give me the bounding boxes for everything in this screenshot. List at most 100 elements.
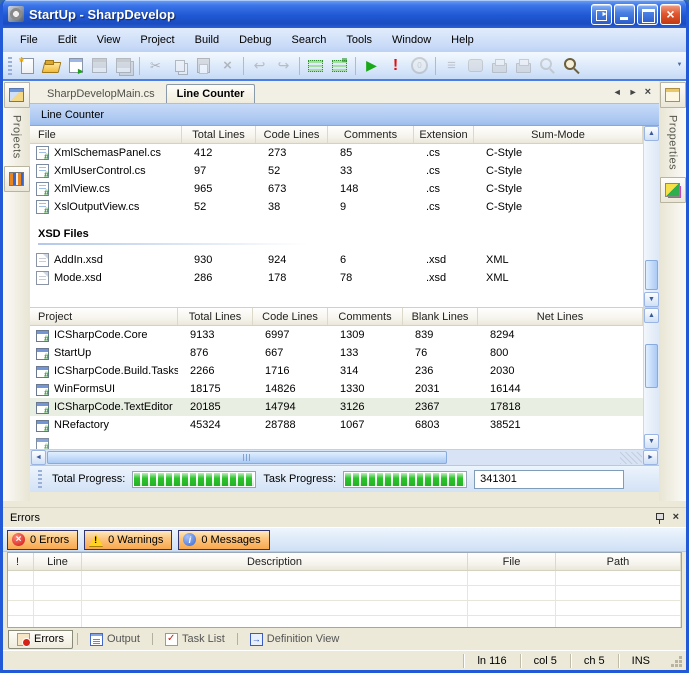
- scroll-down-icon[interactable]: ▼: [644, 434, 659, 449]
- table-row[interactable]: StartUp87666713376800: [30, 344, 643, 362]
- table-row[interactable]: ICSharpCode.Build.Tasks22661716314236203…: [30, 362, 643, 380]
- column-header[interactable]: Extension: [414, 126, 474, 143]
- save-icon[interactable]: [88, 55, 111, 77]
- tab-scroll-left-icon[interactable]: ◄: [613, 88, 622, 97]
- toolbox-pane-tab[interactable]: [660, 177, 686, 203]
- menu-item-project[interactable]: Project: [131, 31, 183, 49]
- delete-icon[interactable]: [216, 55, 239, 77]
- scroll-thumb[interactable]: [645, 260, 658, 290]
- menu-item-search[interactable]: Search: [283, 31, 336, 49]
- menu-item-debug[interactable]: Debug: [230, 31, 280, 49]
- maximize-icon[interactable]: [637, 4, 658, 25]
- column-header[interactable]: Code Lines: [253, 308, 328, 325]
- scroll-up-icon[interactable]: ▲: [644, 126, 659, 141]
- horizontal-scrollbar[interactable]: ◄ ►: [30, 449, 659, 465]
- table-row[interactable]: ICSharpCode.TextEditor201851479431262367…: [30, 398, 643, 416]
- bottom-tab-task-list[interactable]: Task List: [157, 631, 233, 648]
- open-project-icon[interactable]: [64, 55, 87, 77]
- column-header[interactable]: Sum-Mode: [474, 126, 643, 143]
- menu-item-help[interactable]: Help: [442, 31, 483, 49]
- column-header[interactable]: Total Lines: [182, 126, 256, 143]
- errors-filter-button[interactable]: 0 Errors: [7, 530, 78, 550]
- statusbar-grip[interactable]: [38, 470, 42, 488]
- block-icon[interactable]: [464, 55, 487, 77]
- bottom-tab-output[interactable]: Output: [82, 631, 148, 648]
- table-row[interactable]: NRefactory45324287881067680338521: [30, 416, 643, 434]
- table-row[interactable]: XmlView.cs965673148.csC-Style: [30, 180, 643, 198]
- paste-icon[interactable]: [192, 55, 215, 77]
- column-header[interactable]: Total Lines: [178, 308, 253, 325]
- tools-pane-tab[interactable]: [4, 166, 30, 192]
- bottom-tab-definition-view[interactable]: Definition View: [242, 631, 348, 648]
- search-icon[interactable]: [560, 55, 583, 77]
- find-file-icon[interactable]: [536, 55, 559, 77]
- resize-grip[interactable]: [669, 655, 684, 670]
- column-header[interactable]: !: [8, 553, 34, 570]
- column-header[interactable]: File: [30, 126, 182, 143]
- column-header[interactable]: Comments: [328, 126, 414, 143]
- undo-icon[interactable]: [248, 55, 271, 77]
- column-header[interactable]: Blank Lines: [403, 308, 478, 325]
- abort-build-icon[interactable]: [384, 55, 407, 77]
- column-header[interactable]: File: [468, 553, 556, 570]
- column-header[interactable]: Net Lines: [478, 308, 643, 325]
- properties-pane-label[interactable]: Properties: [667, 108, 679, 177]
- print-icon[interactable]: [488, 55, 511, 77]
- files-vertical-scrollbar[interactable]: ▲ ▼: [643, 126, 659, 307]
- scroll-down-icon[interactable]: ▼: [644, 292, 659, 307]
- copy-icon[interactable]: [168, 55, 191, 77]
- projects-pane-tab[interactable]: [4, 82, 30, 108]
- menu-item-window[interactable]: Window: [383, 31, 440, 49]
- scroll-thumb[interactable]: [47, 451, 447, 464]
- table-row[interactable]: Mode.xsd28617878.xsdXML: [30, 269, 643, 287]
- column-header[interactable]: Project: [30, 308, 178, 325]
- tab-line-counter[interactable]: Line Counter: [166, 84, 256, 103]
- panel-close-icon[interactable]: ×: [673, 512, 679, 523]
- scroll-left-icon[interactable]: ◄: [31, 450, 46, 465]
- menu-item-edit[interactable]: Edit: [49, 31, 86, 49]
- toolbar-grip[interactable]: [8, 57, 12, 75]
- new-file-icon[interactable]: [16, 55, 39, 77]
- tab-close-icon[interactable]: ×: [645, 86, 651, 98]
- menu-item-view[interactable]: View: [88, 31, 130, 49]
- title-bar[interactable]: StartUp - SharpDevelop: [3, 0, 686, 28]
- table-row[interactable]: XmlUserControl.cs975233.csC-Style: [30, 162, 643, 180]
- uncomment-region-icon[interactable]: [328, 55, 351, 77]
- table-row[interactable]: ICSharpCode.Core9133699713098398294: [30, 326, 643, 344]
- detach-icon[interactable]: [591, 4, 612, 25]
- column-header[interactable]: Line: [34, 553, 82, 570]
- menu-item-build[interactable]: Build: [186, 31, 228, 49]
- properties-pane-tab[interactable]: [660, 82, 686, 108]
- stop-icon[interactable]: [408, 55, 431, 77]
- print-preview-icon[interactable]: [512, 55, 535, 77]
- redo-icon[interactable]: [272, 55, 295, 77]
- bottom-tab-errors[interactable]: Errors: [8, 630, 73, 649]
- save-all-icon[interactable]: [112, 55, 135, 77]
- open-file-icon[interactable]: [40, 55, 63, 77]
- table-row[interactable]: WinFormsUI18175148261330203116144: [30, 380, 643, 398]
- minimize-icon[interactable]: [614, 4, 635, 25]
- pin-icon[interactable]: [655, 512, 664, 524]
- table-row[interactable]: XmlSchemasPanel.cs41227385.csC-Style: [30, 144, 643, 162]
- cut-icon[interactable]: [144, 55, 167, 77]
- run-icon[interactable]: [360, 55, 383, 77]
- scroll-up-icon[interactable]: ▲: [644, 308, 659, 323]
- projects-pane-label[interactable]: Projects: [11, 108, 23, 166]
- column-header[interactable]: Path: [556, 553, 681, 570]
- scroll-thumb[interactable]: [645, 344, 658, 388]
- column-header[interactable]: Comments: [328, 308, 403, 325]
- table-row[interactable]: AddIn.xsd9309246.xsdXML: [30, 251, 643, 269]
- column-header[interactable]: Code Lines: [256, 126, 328, 143]
- projects-vertical-scrollbar[interactable]: ▲ ▼: [643, 308, 659, 449]
- scroll-right-icon[interactable]: ►: [643, 450, 658, 465]
- warnings-filter-button[interactable]: 0 Warnings: [84, 530, 172, 550]
- comment-region-icon[interactable]: [304, 55, 327, 77]
- toolbar-options-icon[interactable]: ▼: [675, 55, 684, 77]
- tab-sharpdevelopmain[interactable]: SharpDevelopMain.cs: [36, 84, 166, 103]
- menu-item-tools[interactable]: Tools: [337, 31, 381, 49]
- table-row[interactable]: XslOutputView.cs52389.csC-Style: [30, 198, 643, 216]
- indent-icon[interactable]: [440, 55, 463, 77]
- tab-scroll-right-icon[interactable]: ►: [629, 88, 638, 97]
- menu-item-file[interactable]: File: [11, 31, 47, 49]
- column-header[interactable]: Description: [82, 553, 468, 570]
